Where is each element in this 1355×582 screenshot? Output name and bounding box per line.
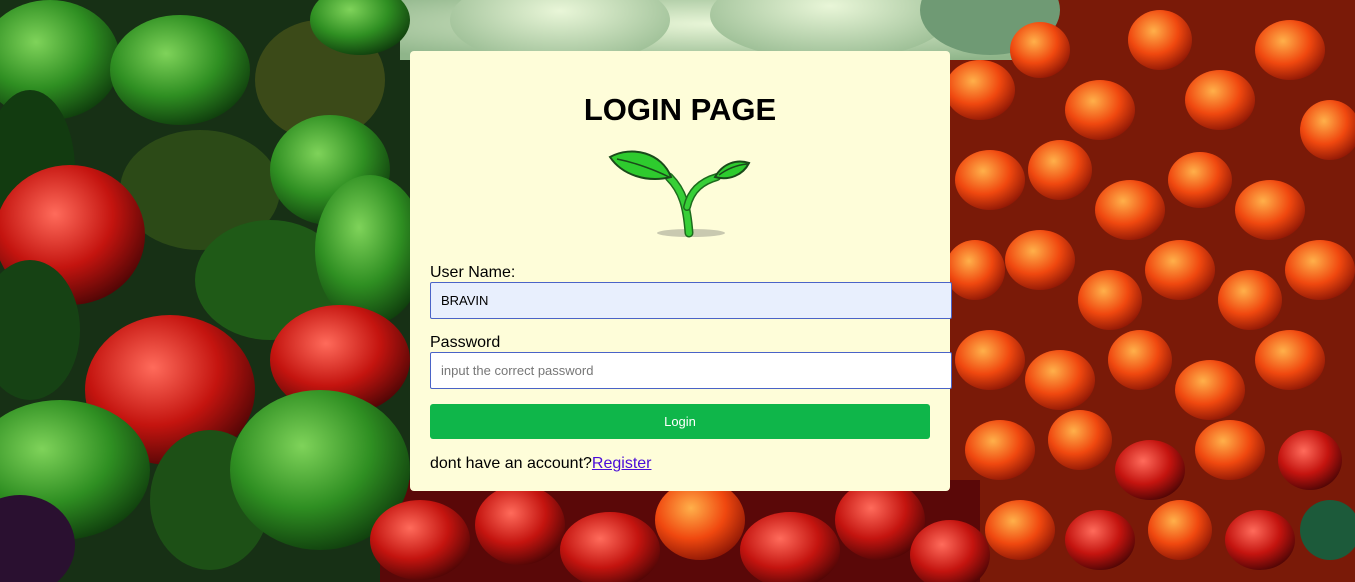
register-link[interactable]: Register — [592, 455, 652, 472]
password-label: Password — [430, 334, 501, 351]
register-prompt: dont have an account?Register — [430, 454, 651, 474]
password-input[interactable] — [430, 352, 952, 389]
login-button[interactable]: Login — [430, 404, 930, 439]
username-input[interactable] — [430, 282, 952, 319]
register-prompt-text: dont have an account? — [430, 455, 592, 472]
sprout-icon — [607, 147, 753, 243]
login-card: LOGIN PAGE User Name: Password Login don… — [410, 51, 952, 491]
username-label: User Name: — [430, 264, 516, 281]
page-title: LOGIN PAGE — [583, 92, 777, 127]
